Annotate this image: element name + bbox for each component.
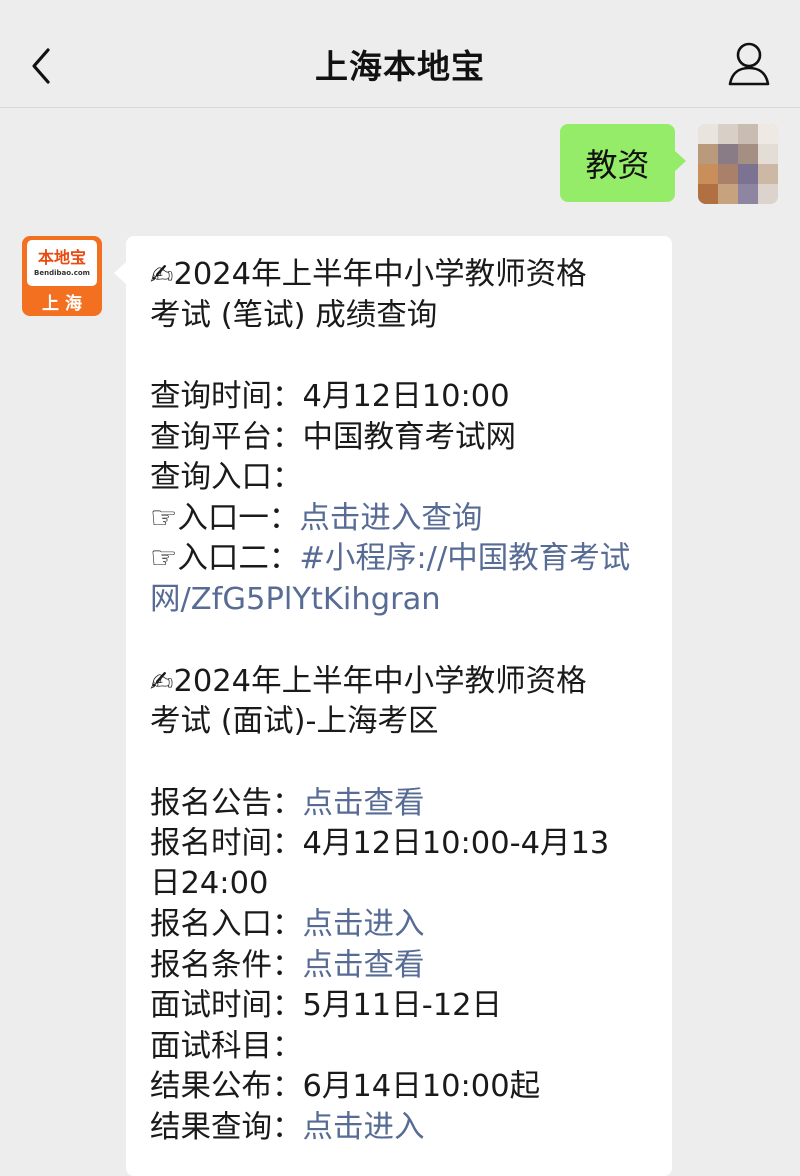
incoming-bubble-tail [114, 262, 126, 284]
section1-title-line2: 考试 (笔试) 成绩查询 [150, 298, 438, 333]
query-entry-row: 查询入口： [150, 460, 303, 495]
outgoing-message-text: 教资 [585, 146, 650, 184]
notice-link[interactable]: 点击查看 [303, 786, 425, 821]
section1-title-line1: ✍2024年上半年中小学教师资格 [150, 257, 587, 292]
nav-bar: 上海本地宝 [0, 0, 800, 108]
pointing-hand-icon: ☞ [150, 501, 178, 536]
entry2-row: ☞入口二：#小程序://中国教育考试 [150, 541, 631, 576]
pointing-hand-icon: ☞ [150, 541, 178, 576]
reg-entry-link[interactable]: 点击进入 [303, 907, 425, 942]
result-publish-row: 结果公布：6月14日10:00起 [150, 1069, 541, 1104]
section2-title-line1: ✍2024年上半年中小学教师资格 [150, 664, 587, 699]
interview-time-row: 面试时间：5月11日-12日 [150, 988, 503, 1023]
person-outline-icon[interactable] [726, 40, 772, 90]
outgoing-message-bubble[interactable]: 教资 [560, 124, 675, 202]
entry1-link[interactable]: 点击进入查询 [299, 501, 482, 536]
query-time-row: 查询时间：4月12日10:00 [150, 379, 510, 414]
user-avatar[interactable] [698, 124, 778, 204]
entry1-row: ☞入口一：点击进入查询 [150, 501, 483, 536]
interview-subject-row: 面试科目： [150, 1029, 303, 1064]
reg-condition-link[interactable]: 点击查看 [303, 948, 425, 983]
entry2-link-continued[interactable]: 网/ZfG5PlYtKihgran [150, 580, 441, 620]
reg-time-row: 报名时间：4月12日10:00-4月13 [150, 826, 610, 861]
reg-condition-row: 报名条件：点击查看 [150, 948, 425, 983]
section2-title-line2: 考试 (面试)-上海考区 [150, 704, 439, 739]
entry2-link[interactable]: #小程序://中国教育考试 [299, 541, 630, 576]
outgoing-bubble-tail [674, 150, 686, 172]
bendibao-avatar[interactable]: 本地宝 Bendibao.com 上海 [22, 236, 102, 316]
result-query-row: 结果查询：点击进入 [150, 1110, 425, 1145]
page-title: 上海本地宝 [315, 47, 485, 86]
reg-entry-row: 报名入口：点击进入 [150, 907, 425, 942]
writing-hand-icon: ✍ [150, 258, 174, 291]
notice-row: 报名公告：点击查看 [150, 786, 425, 821]
reg-time-row-continued: 日24:00 [150, 866, 269, 901]
writing-hand-icon: ✍ [150, 665, 174, 698]
query-platform-row: 查询平台：中国教育考试网 [150, 420, 516, 455]
result-query-link[interactable]: 点击进入 [303, 1110, 425, 1145]
chevron-left-icon[interactable] [22, 44, 66, 88]
bendibao-logo: 本地宝 Bendibao.com [27, 240, 97, 286]
